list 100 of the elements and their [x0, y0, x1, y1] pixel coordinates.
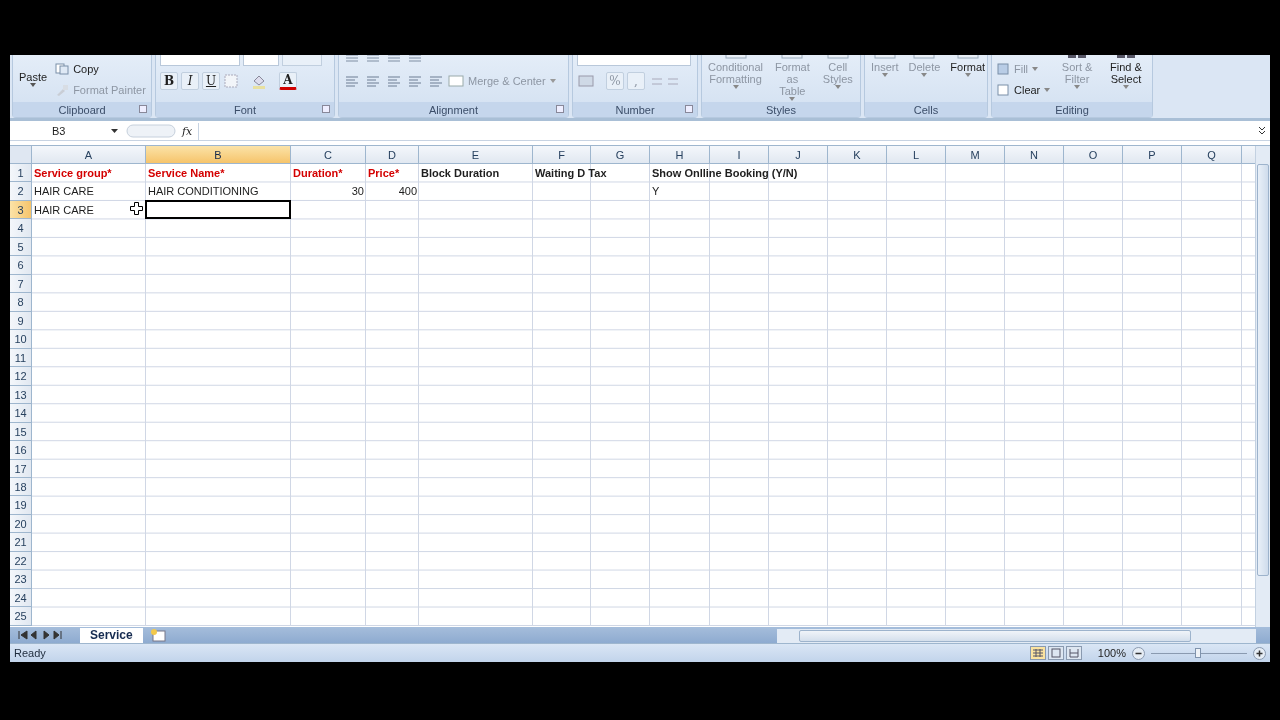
table-cell-text: HAIR CONDITIONING	[147, 184, 260, 200]
page-layout-view-icon[interactable]	[1047, 646, 1064, 660]
align-icon[interactable]	[364, 73, 382, 89]
sheet-tab[interactable]: Service	[80, 628, 143, 643]
normal-view-icon[interactable]	[1029, 646, 1046, 660]
column-header[interactable]: A	[32, 146, 146, 164]
group-label: Editing	[1055, 103, 1089, 116]
column-header[interactable]: F	[533, 146, 591, 164]
column-header[interactable]: I	[710, 146, 769, 164]
insert-function-button[interactable]: fx	[182, 124, 193, 138]
caret-icon	[1122, 85, 1129, 89]
underline-button[interactable]: U	[202, 72, 220, 90]
row-header[interactable]: 2	[10, 182, 32, 201]
align-icon[interactable]	[385, 73, 403, 89]
column-header[interactable]: M	[946, 146, 1005, 164]
column-header[interactable]: J	[769, 146, 828, 164]
row-header[interactable]: 14	[10, 404, 32, 423]
column-header[interactable]: N	[1005, 146, 1064, 164]
insert-sheet-icon[interactable]	[148, 628, 167, 642]
caret-icon	[111, 129, 118, 133]
group-label: Cells	[913, 103, 939, 116]
table-cell-text: HAIR CARE	[33, 202, 95, 218]
group-label: Clipboard	[58, 103, 106, 116]
table-cell-text: HAIR CARE	[33, 184, 95, 200]
dialog-launcher-icon[interactable]	[556, 105, 564, 113]
column-header[interactable]: E	[419, 146, 533, 164]
row-header[interactable]: 4	[10, 219, 32, 238]
active-cell[interactable]	[145, 199, 291, 220]
column-title: Show Onlline Booking (Y/N)	[651, 166, 799, 181]
find-select-button[interactable]: Find & Select	[1103, 55, 1148, 89]
caret-icon	[834, 85, 841, 89]
vertical-scrollbar[interactable]	[1255, 146, 1270, 627]
cursor-icon	[130, 202, 143, 215]
table-cell-text: 30	[350, 184, 365, 200]
scroll-thumb[interactable]	[798, 630, 1191, 642]
zoom-in-icon[interactable]	[1253, 646, 1266, 660]
column-header[interactable]: H	[650, 146, 710, 164]
column-title: Duration*	[292, 166, 344, 181]
brush-icon	[55, 84, 70, 96]
group-label: Styles	[766, 103, 796, 116]
column-title: Block Duration	[420, 166, 501, 181]
row-header[interactable]: 12	[10, 367, 32, 386]
name-box[interactable]: B3	[10, 125, 120, 137]
zoom-level[interactable]: 100%	[1097, 647, 1126, 659]
horizontal-scrollbar[interactable]	[776, 629, 1256, 643]
zoom-slider-thumb[interactable]	[1195, 647, 1202, 658]
font-color-button[interactable]: A	[279, 72, 297, 90]
column-header[interactable]: O	[1064, 146, 1123, 164]
dialog-launcher-icon[interactable]	[685, 105, 693, 113]
column-header[interactable]: C	[291, 146, 366, 164]
column-title: Service Name*	[147, 166, 226, 181]
column-header[interactable]: K	[828, 146, 887, 164]
caret-icon	[1074, 85, 1081, 89]
column-header[interactable]: Q	[1182, 146, 1242, 164]
caret-icon	[549, 79, 556, 83]
group-label: Number	[615, 103, 655, 116]
column-header[interactable]: L	[887, 146, 946, 164]
copy-icon	[55, 63, 70, 75]
align-icon[interactable]	[427, 73, 445, 89]
caret-icon	[881, 73, 888, 77]
scroll-thumb[interactable]	[1257, 164, 1269, 576]
column-header[interactable]	[1242, 146, 1255, 164]
align-icon[interactable]	[343, 73, 361, 89]
merge-cells-icon	[448, 75, 464, 87]
eraser-icon	[996, 84, 1010, 96]
group-label: Alignment	[429, 103, 478, 116]
caret-icon	[964, 73, 971, 77]
table-cell-text: Y	[651, 184, 661, 200]
row-header[interactable]: 25	[10, 607, 32, 626]
cells-button[interactable]: Format	[948, 55, 988, 77]
page-break-view-icon[interactable]	[1065, 646, 1082, 660]
bold-button[interactable]: B	[160, 72, 178, 90]
dialog-launcher-icon[interactable]	[139, 105, 147, 113]
row-header[interactable]: 16	[10, 441, 32, 460]
row-header[interactable]: 8	[10, 293, 32, 312]
zoom-out-icon[interactable]	[1132, 646, 1145, 660]
fill-down-icon	[996, 63, 1010, 75]
table-cell-text: 400	[397, 184, 418, 200]
row-header[interactable]: 19	[10, 496, 32, 515]
row-header[interactable]: 6	[10, 256, 32, 275]
column-header[interactable]: D	[366, 146, 419, 164]
column-header[interactable]: G	[591, 146, 650, 164]
row-header[interactable]: 21	[10, 533, 32, 552]
column-title: Waiting D Tax	[534, 166, 608, 181]
group-label: Font	[234, 103, 256, 116]
dialog-launcher-icon[interactable]	[322, 105, 330, 113]
status-text: Ready	[14, 647, 46, 659]
row-header[interactable]: 1	[10, 164, 32, 183]
italic-button[interactable]: I	[181, 72, 199, 90]
caret-icon	[1044, 88, 1051, 92]
copy-button[interactable]: Copy	[55, 59, 146, 79]
paste-button[interactable]: Paste	[17, 55, 50, 87]
column-title: Price*	[367, 166, 401, 181]
align-icon[interactable]	[406, 73, 424, 89]
clear-button[interactable]: Clear	[996, 80, 1051, 100]
column-header[interactable]: P	[1123, 146, 1182, 164]
column-header[interactable]: B	[146, 146, 291, 164]
row-header[interactable]: 10	[10, 330, 32, 349]
row-header[interactable]: 23	[10, 570, 32, 589]
select-all-button[interactable]	[10, 146, 32, 164]
